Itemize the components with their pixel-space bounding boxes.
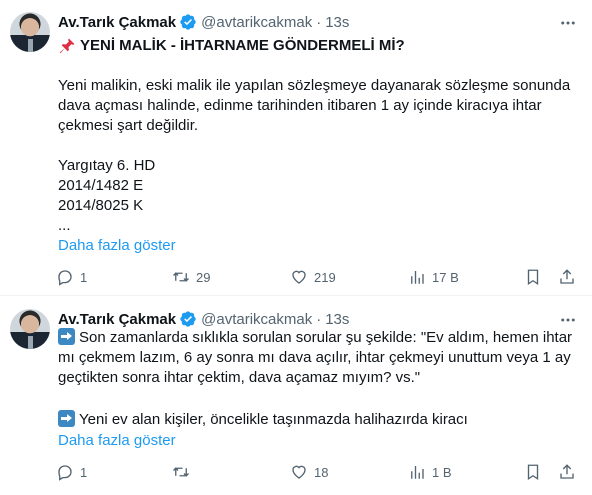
views-button[interactable]: 1 B bbox=[408, 461, 452, 483]
tweet-text: Yeni malikin, eski malik ile yapılan söz… bbox=[58, 77, 571, 134]
avatar[interactable] bbox=[10, 12, 50, 52]
avatar[interactable] bbox=[10, 309, 50, 349]
like-button[interactable]: 18 bbox=[290, 461, 328, 483]
author-name[interactable]: Av.Tarık Çakmak bbox=[58, 14, 176, 31]
tweet-actions: 1 29 219 17 B bbox=[52, 266, 582, 288]
reply-button[interactable]: 1 bbox=[56, 266, 87, 288]
views-chart-icon bbox=[411, 271, 424, 284]
author-name[interactable]: Av.Tarık Çakmak bbox=[58, 311, 176, 328]
tweet[interactable]: Av.Tarık Çakmak @avtarikcakmak · 13s YEN… bbox=[0, 0, 592, 296]
views-chart-icon bbox=[411, 466, 424, 479]
reply-icon bbox=[58, 270, 72, 286]
views-button[interactable]: 17 B bbox=[408, 266, 459, 288]
views-count: 17 B bbox=[432, 269, 459, 285]
timestamp[interactable]: 13s bbox=[325, 14, 349, 31]
bookmark-icon bbox=[527, 464, 539, 481]
tweet-title: YENİ MALİK - İHTARNAME GÖNDERMELİ Mİ? bbox=[58, 36, 580, 56]
ellipsis: ... bbox=[58, 217, 71, 234]
right-arrow-icon bbox=[58, 328, 75, 345]
like-count: 18 bbox=[314, 464, 329, 480]
retweet-button[interactable]: 29 bbox=[172, 266, 210, 288]
tweet-text: Son zamanlarda sıklıkla sorulan sorular … bbox=[58, 328, 580, 388]
retweet-button[interactable] bbox=[172, 461, 196, 483]
tweet-header: Av.Tarık Çakmak @avtarikcakmak · 13s bbox=[58, 12, 349, 32]
views-count: 1 B bbox=[432, 464, 452, 480]
like-button[interactable]: 219 bbox=[290, 266, 336, 288]
separator-dot: · bbox=[316, 13, 322, 31]
like-count: 219 bbox=[314, 269, 336, 285]
avatar-tie bbox=[28, 336, 33, 349]
tweet-title-text: YENİ MALİK - İHTARNAME GÖNDERMELİ Mİ? bbox=[80, 37, 405, 54]
show-more-link[interactable]: Daha fazla göster bbox=[58, 431, 176, 451]
share-button[interactable] bbox=[558, 461, 576, 483]
heart-icon bbox=[292, 270, 306, 284]
more-options-icon[interactable] bbox=[558, 14, 578, 32]
timestamp[interactable]: 13s bbox=[325, 311, 349, 328]
bookmark-button[interactable] bbox=[524, 266, 542, 288]
tweet-text-paragraph: Yeni ev alan kişiler, öncelikle taşınmaz… bbox=[79, 411, 468, 428]
show-more-link[interactable]: Daha fazla göster bbox=[58, 236, 176, 256]
separator-dot: · bbox=[316, 310, 322, 328]
tweet[interactable]: Av.Tarık Çakmak @avtarikcakmak · 13s Son… bbox=[0, 297, 592, 495]
verified-badge-icon bbox=[180, 311, 196, 327]
right-arrow-icon bbox=[58, 410, 75, 427]
retweet-icon bbox=[173, 467, 189, 477]
reference-block: Yargıtay 6. HD 2014/1482 E 2014/8025 K bbox=[58, 156, 580, 216]
tweet-text: Yeni ev alan kişiler, öncelikle taşınmaz… bbox=[58, 410, 580, 430]
retweet-count: 29 bbox=[196, 269, 211, 285]
author-handle[interactable]: @avtarikcakmak bbox=[201, 14, 312, 31]
share-icon bbox=[560, 269, 574, 284]
share-button[interactable] bbox=[558, 266, 576, 288]
verified-badge-icon bbox=[180, 14, 196, 30]
tweet-header: Av.Tarık Çakmak @avtarikcakmak · 13s bbox=[58, 309, 349, 329]
tweet-actions: 1 18 1 B bbox=[52, 461, 582, 483]
reference-line: Yargıtay 6. HD bbox=[58, 157, 156, 174]
bookmark-button[interactable] bbox=[524, 461, 542, 483]
reference-line: 2014/8025 K bbox=[58, 197, 144, 214]
pushpin-icon bbox=[59, 38, 75, 54]
reply-icon bbox=[58, 465, 72, 481]
bookmark-icon bbox=[527, 269, 539, 286]
avatar-tie bbox=[28, 39, 33, 52]
reply-count: 1 bbox=[80, 269, 88, 285]
tweet-text-paragraph: Son zamanlarda sıklıkla sorulan sorular … bbox=[58, 329, 573, 386]
retweet-icon bbox=[173, 272, 189, 282]
reply-count: 1 bbox=[80, 464, 88, 480]
heart-icon bbox=[292, 465, 306, 479]
reply-button[interactable]: 1 bbox=[56, 461, 87, 483]
author-handle[interactable]: @avtarikcakmak bbox=[201, 311, 312, 328]
more-options-icon[interactable] bbox=[558, 311, 578, 329]
share-icon bbox=[560, 464, 574, 479]
reference-line: 2014/1482 E bbox=[58, 177, 144, 194]
